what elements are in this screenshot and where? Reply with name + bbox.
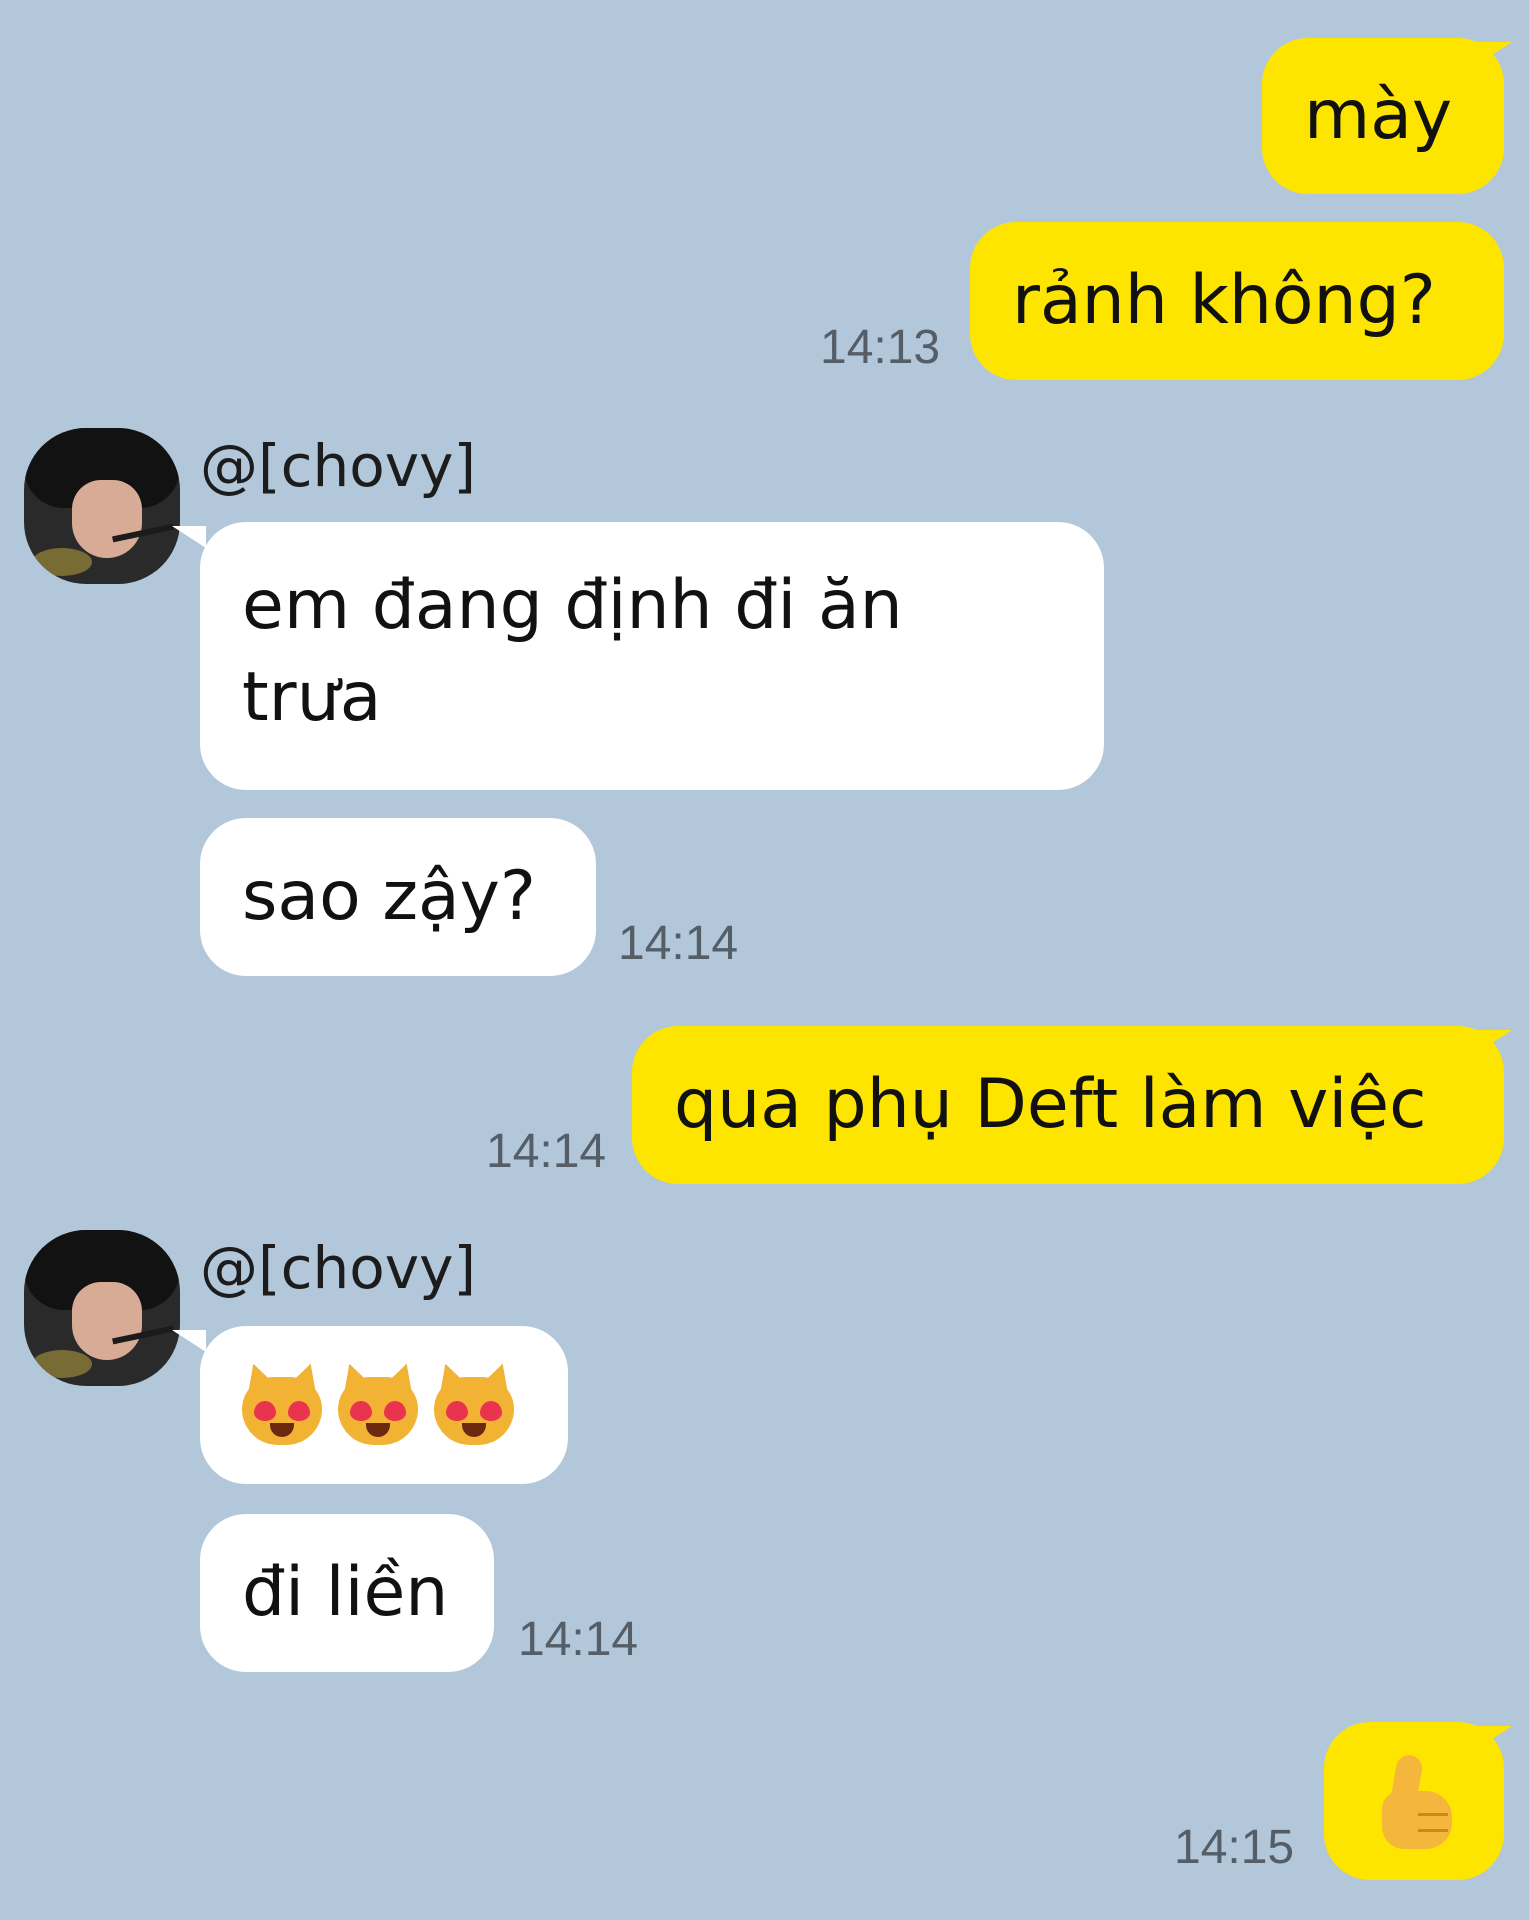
message-text: em đang định đi ăn trưa — [242, 566, 903, 737]
message-timestamp: 14:14 — [518, 1613, 639, 1666]
emoji-row — [238, 1358, 518, 1447]
message-bubble-incoming[interactable]: em đang định đi ăn trưa — [200, 522, 1104, 790]
message-text: mày — [1304, 76, 1453, 155]
bubble-tail — [172, 1330, 206, 1352]
thumbs-up-icon — [1368, 1751, 1460, 1851]
message-text: sao zậy? — [242, 857, 537, 936]
message-timestamp: 14:15 — [1174, 1821, 1295, 1874]
message-bubble-outgoing[interactable] — [1324, 1722, 1504, 1880]
message-timestamp: 14:14 — [486, 1125, 607, 1178]
smiling-cat-heart-eyes-icon — [238, 1358, 326, 1447]
message-bubble-incoming[interactable]: sao zậy? — [200, 818, 596, 976]
message-bubble-incoming[interactable] — [200, 1326, 568, 1484]
message-text: rảnh không? — [1012, 261, 1436, 340]
smiling-cat-heart-eyes-icon — [430, 1358, 518, 1447]
sender-name: @[chovy] — [200, 432, 477, 500]
message-text: đi liền — [242, 1553, 449, 1632]
message-bubble-outgoing[interactable]: mày — [1262, 38, 1504, 194]
message-text: qua phụ Deft làm việc — [674, 1065, 1427, 1144]
message-bubble-incoming[interactable]: đi liền — [200, 1514, 494, 1672]
avatar[interactable] — [24, 428, 180, 584]
message-timestamp: 14:13 — [820, 321, 941, 374]
message-bubble-outgoing[interactable]: rảnh không? — [970, 222, 1504, 380]
sender-name: @[chovy] — [200, 1234, 477, 1302]
message-timestamp: 14:14 — [618, 917, 739, 970]
smiling-cat-heart-eyes-icon — [334, 1358, 422, 1447]
avatar[interactable] — [24, 1230, 180, 1386]
bubble-tail — [172, 526, 206, 548]
message-bubble-outgoing[interactable]: qua phụ Deft làm việc — [632, 1026, 1504, 1184]
